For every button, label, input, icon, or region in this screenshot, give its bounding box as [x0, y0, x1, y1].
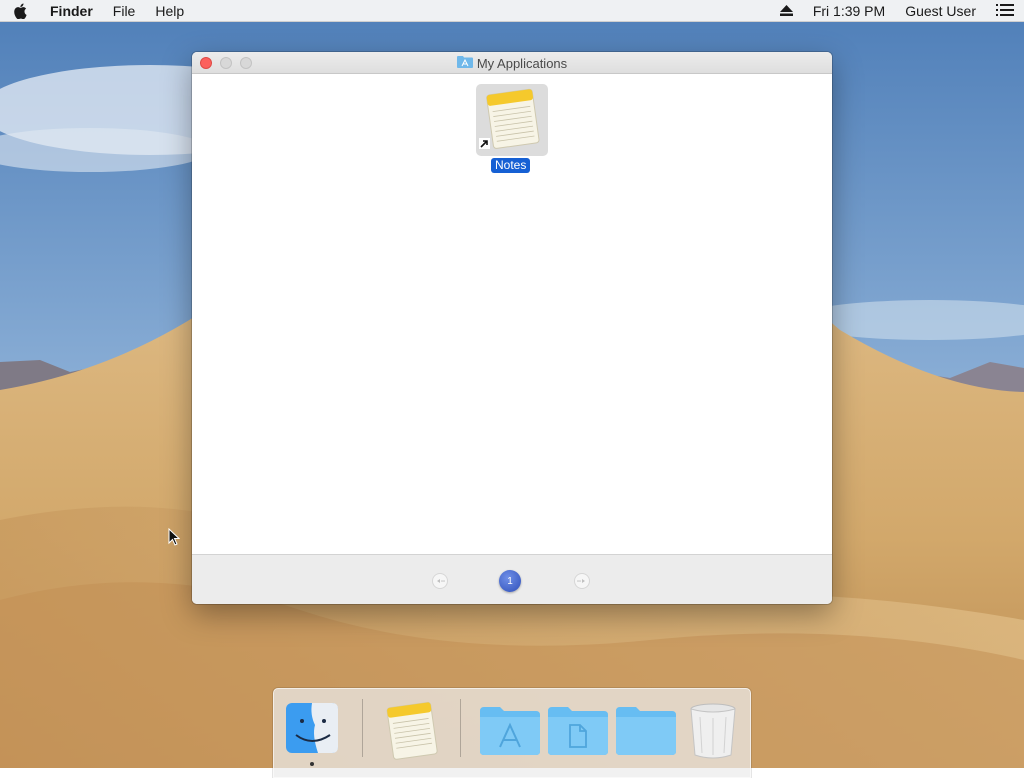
documents-folder-icon[interactable]	[546, 699, 608, 763]
page-prev-icon[interactable]	[432, 573, 448, 589]
finder-icon[interactable]	[282, 699, 344, 763]
page-next-icon[interactable]	[574, 573, 590, 589]
pagination-bar: 1	[192, 554, 832, 604]
list-icon[interactable]	[986, 0, 1024, 22]
window-titlebar[interactable]: My Applications	[192, 52, 832, 74]
menu-user[interactable]: Guest User	[895, 0, 986, 22]
applications-folder-icon[interactable]	[478, 699, 540, 763]
menu-clock[interactable]: Fri 1:39 PM	[803, 0, 895, 22]
mouse-cursor-icon	[168, 527, 181, 549]
dock-separator	[362, 699, 363, 757]
window-title: My Applications	[192, 52, 832, 74]
notes-app-icon[interactable]	[476, 84, 548, 156]
dock	[273, 688, 751, 778]
menu-bar: Finder File Help Fri 1:39 PM Guest User	[0, 0, 1024, 22]
downloads-folder-icon[interactable]	[614, 699, 676, 763]
trash-icon[interactable]	[682, 699, 744, 763]
dock-separator	[460, 699, 461, 757]
page-indicator[interactable]: 1	[499, 570, 521, 592]
eject-icon[interactable]	[770, 0, 803, 22]
window-title-text: My Applications	[476, 55, 568, 71]
finder-window: My Applications Notes 1	[192, 52, 832, 604]
window-content[interactable]: Notes	[192, 74, 832, 554]
running-indicator	[310, 762, 314, 766]
applications-folder-icon	[456, 55, 473, 71]
menu-file[interactable]: File	[103, 0, 146, 22]
alias-arrow-icon	[479, 138, 490, 149]
menu-app-name[interactable]: Finder	[40, 0, 103, 22]
apple-menu-icon[interactable]	[0, 3, 40, 19]
notes-label[interactable]: Notes	[491, 158, 531, 173]
notes-app-icon[interactable]	[380, 699, 442, 763]
menu-help[interactable]: Help	[145, 0, 194, 22]
